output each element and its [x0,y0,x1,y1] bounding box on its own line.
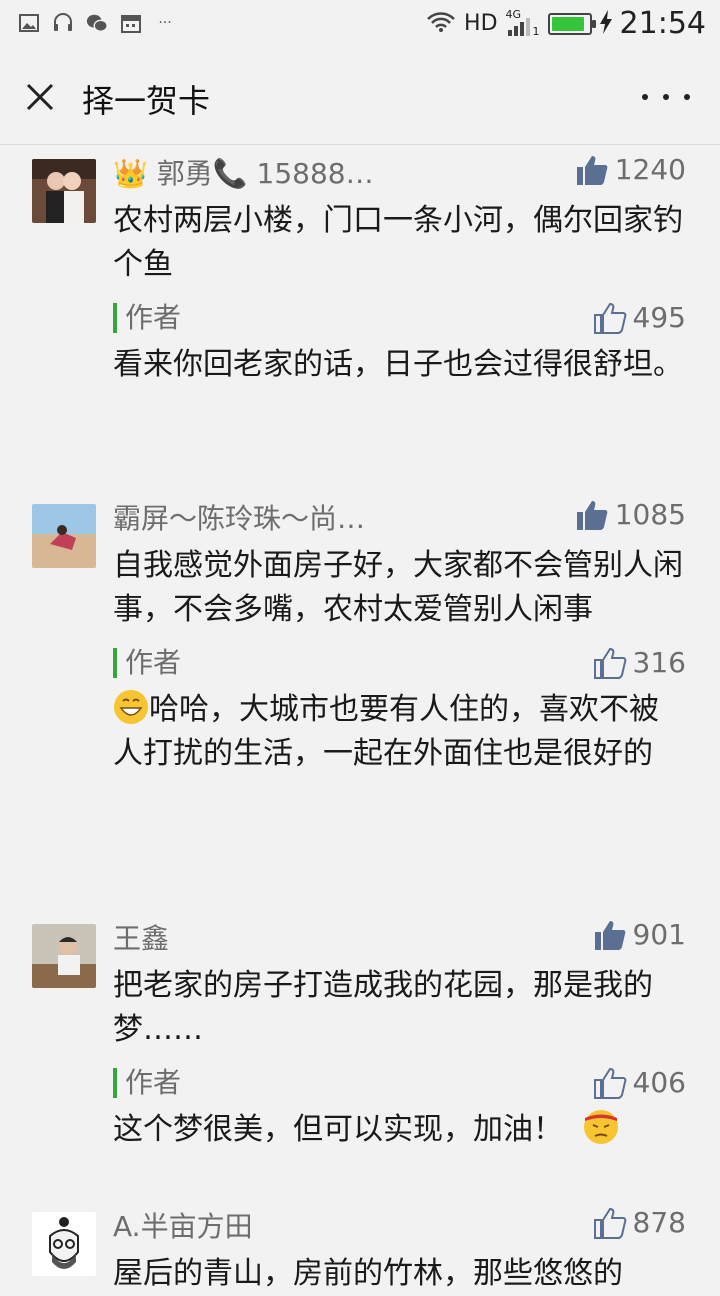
charging-icon [599,9,612,38]
signal-icon: 4G 1 [506,8,540,38]
gallery-icon [18,12,40,34]
wechat-icon [86,12,108,34]
comment-item: 霸屏～陈玲珠～尚… 1085 自我感觉外面房子好，大家都不会管别人闲事，不会多嘴… [0,490,720,910]
status-bar: ··· HD 4G 1 21:54 [0,0,720,50]
like-button[interactable]: 495 [593,301,686,334]
reply-text: 这个梦很美，但可以实现，加油！ [113,1112,563,1147]
avatar[interactable] [32,159,96,223]
close-button[interactable] [20,77,60,117]
comment-author-name[interactable]: 👑 郭勇📞 15888… [113,152,374,192]
more-icon [642,94,648,100]
like-count: 316 [632,646,686,679]
network-label: HD [464,11,498,36]
like-button[interactable]: 1085 [575,498,686,531]
more-notifications-icon: ··· [158,15,172,31]
headset-icon [52,12,74,34]
comment-item: A.半亩方田 878 屋后的青山，房前的竹林，那些悠悠的 [0,1198,720,1296]
sim-label: 1 [532,24,540,38]
like-count: 1085 [614,498,686,531]
thumbs-up-outline-icon [593,302,626,334]
reply-text: 看来你回老家的话，日子也会过得很舒坦。 [113,347,683,382]
author-reply: 作者 316 哈哈，大城市也要有人住的，喜欢不被人打扰的生活，一起在外面住也是很… [113,638,686,776]
thumbs-up-icon [576,155,608,185]
author-tag: 作者 [113,648,181,678]
avatar[interactable] [32,924,96,988]
thumbs-up-icon [594,920,625,950]
like-button[interactable]: 901 [593,918,686,951]
determined-emoji-icon [583,1109,619,1145]
comment-text: 把老家的房子打造成我的花园，那是我的梦…… [113,968,653,1047]
comment-item: 👑 郭勇📞 15888… 1240 农村两层小楼，门口一条小河，偶尔回家钓个鱼 … [0,145,720,490]
more-button[interactable] [642,80,690,114]
author-tag: 作者 [113,303,181,333]
close-icon [26,83,54,111]
page-title: 择一贺卡 [82,82,211,120]
comment-text: 屋后的青山，房前的竹林，那些悠悠的 [113,1256,623,1291]
reply-content: 这个梦很美，但可以实现，加油！ [113,1108,686,1152]
wifi-icon [426,11,456,37]
like-count: 878 [632,1206,686,1239]
battery-icon [547,12,596,35]
like-button[interactable]: 406 [593,1066,686,1099]
author-reply: 作者 495 看来你回老家的话，日子也会过得很舒坦。 [113,293,686,387]
like-count: 406 [632,1066,686,1099]
comment-feed: 👑 郭勇📞 15888… 1240 农村两层小楼，门口一条小河，偶尔回家钓个鱼 … [0,145,720,1296]
thumbs-up-outline-icon [593,1067,626,1099]
like-count: 495 [632,301,686,334]
like-count: 901 [632,918,686,951]
thumbs-up-outline-icon [593,1207,626,1239]
clock: 21:54 [619,6,706,41]
avatar[interactable] [32,1212,96,1276]
comment-author-name[interactable]: A.半亩方田 [113,1205,253,1245]
comment-author-name[interactable]: 霸屏～陈玲珠～尚… [113,497,365,537]
like-button[interactable]: 316 [593,646,686,679]
author-reply: 作者 406 这个梦很美，但可以实现，加油！ [113,1058,686,1152]
like-button[interactable]: 878 [593,1206,686,1239]
comment-item: 王鑫 901 把老家的房子打造成我的花园，那是我的梦…… 作者 406 这个梦很… [0,910,720,1198]
comment-text: 自我感觉外面房子好，大家都不会管别人闲事，不会多嘴，农村太爱管别人闲事 [113,548,683,627]
comment-author-name[interactable]: 王鑫 [113,917,169,957]
like-count: 1240 [614,153,686,186]
title-bar: 择一贺卡 [0,50,720,145]
reply-text: 哈哈，大城市也要有人住的，喜欢不被人打扰的生活，一起在外面住也是很好的 [113,692,659,771]
thumbs-up-icon [576,500,608,530]
more-icon-dot [684,94,690,100]
more-icon-dot [663,94,669,100]
calendar-icon [120,12,142,34]
battery-fill [551,16,584,31]
reply-content: 哈哈，大城市也要有人住的，喜欢不被人打扰的生活，一起在外面住也是很好的 [113,688,686,776]
comment-text: 农村两层小楼，门口一条小河，偶尔回家钓个鱼 [113,203,683,282]
grin-emoji-icon [113,689,149,725]
author-tag: 作者 [113,1068,181,1098]
avatar[interactable] [32,504,96,568]
thumbs-up-outline-icon [593,647,626,679]
like-button[interactable]: 1240 [575,153,686,186]
